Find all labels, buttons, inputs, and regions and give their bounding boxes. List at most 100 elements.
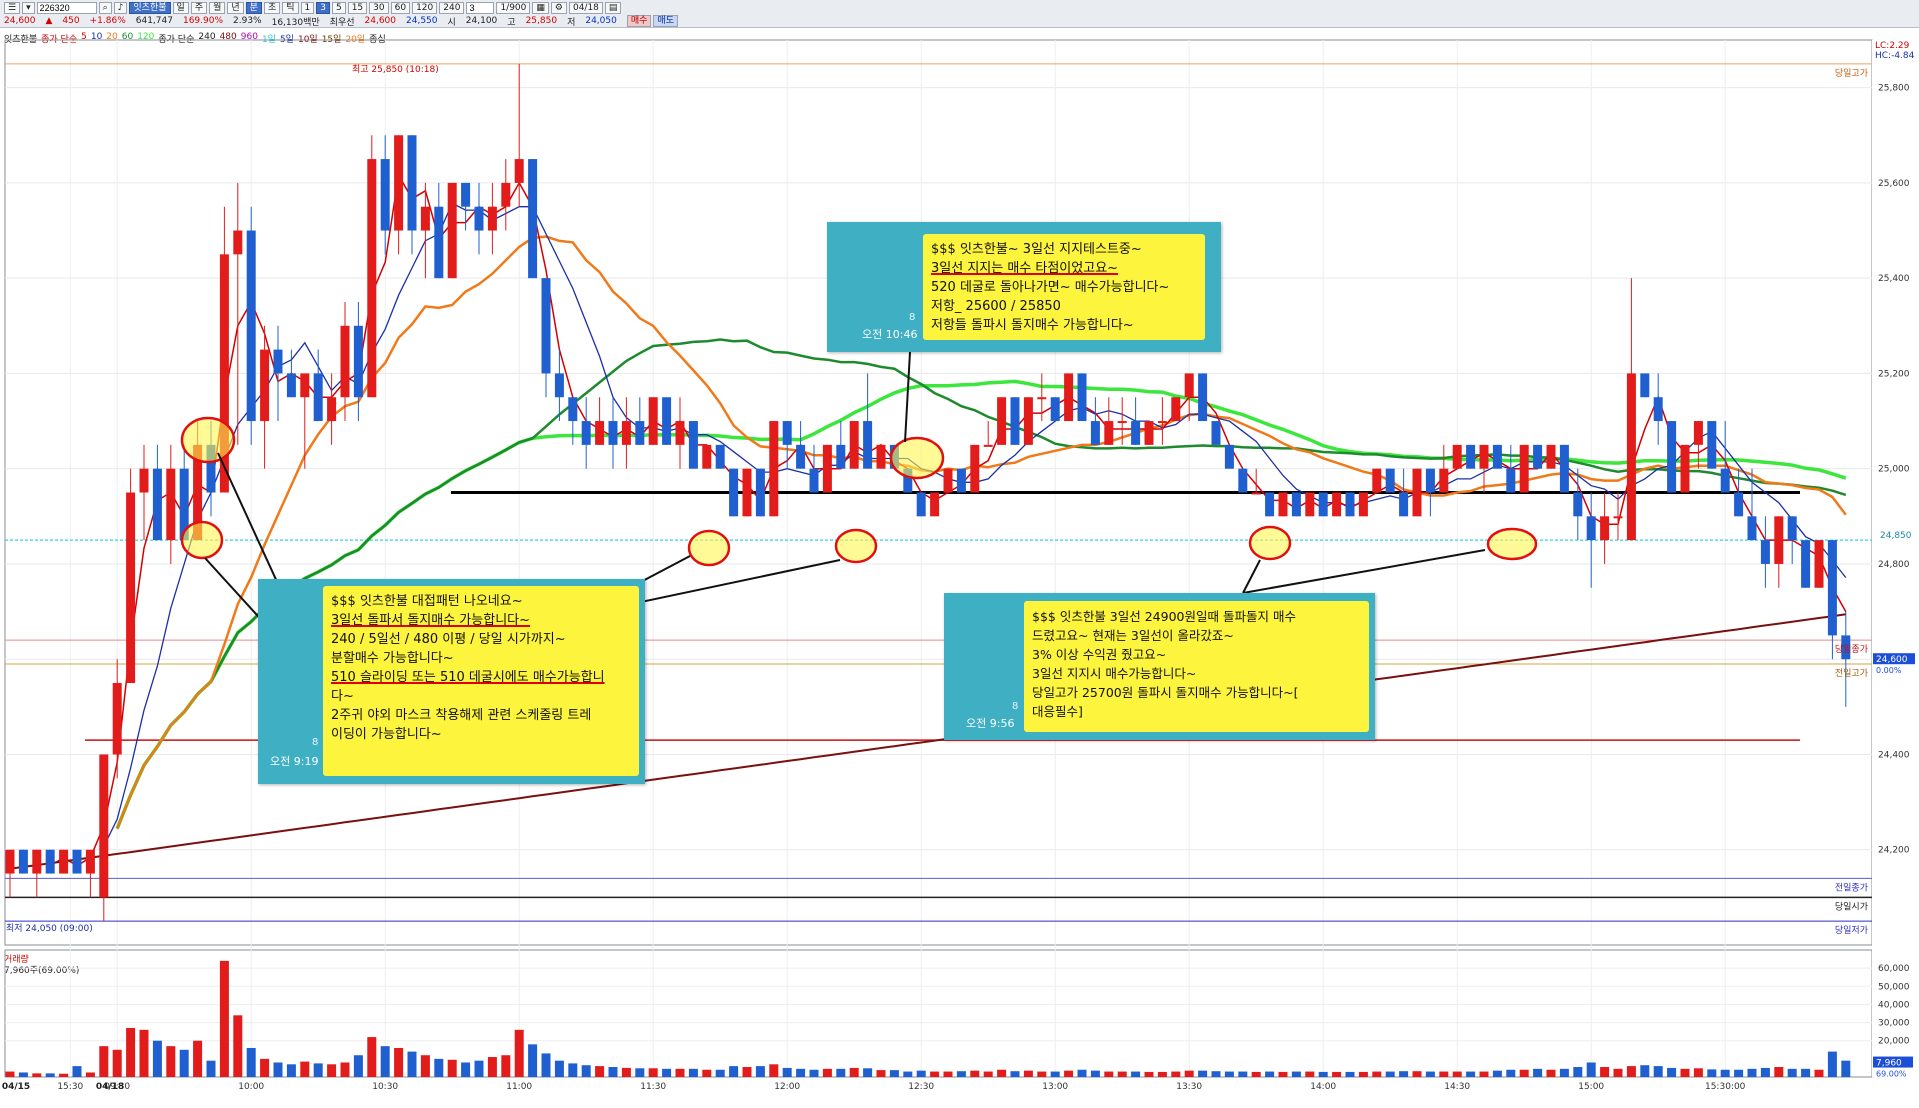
candle-body — [286, 373, 296, 398]
volume-bar — [1372, 1071, 1382, 1077]
volume-bar — [1010, 1071, 1020, 1077]
volume-tick-label: 30,000 — [1878, 1019, 1910, 1029]
volume-bar — [1506, 1069, 1516, 1077]
candle-body — [434, 206, 444, 279]
callout-line: $$$ 잇츠한불~ 3일선 지지테스트중~ — [931, 242, 1142, 257]
volume-tick-label: 60,000 — [1878, 964, 1910, 974]
volume-bar — [702, 1069, 712, 1077]
candle-body — [1546, 444, 1556, 469]
volume-bar — [688, 1068, 698, 1077]
callout-line: 2주귀 야외 마스크 착용해제 관련 스케줄링 트레 — [331, 708, 592, 723]
volume-bar — [675, 1068, 685, 1077]
candle-body — [608, 421, 618, 445]
candle-body — [45, 849, 55, 874]
candle-body — [1573, 492, 1583, 517]
volume-bar — [1827, 1051, 1837, 1077]
volume-bar — [1841, 1060, 1851, 1077]
volume-bar — [166, 1046, 176, 1077]
price-tick-label: 24,800 — [1878, 560, 1910, 570]
highlight-circle — [180, 520, 224, 560]
date-tick-label: 04/15 — [2, 1082, 30, 1092]
candle-body — [782, 421, 792, 445]
axes: 24,200 24,400 24,600 24,800 25,000 25,200 25,4… — [2, 41, 1915, 1092]
candle-body — [300, 373, 310, 398]
volume-bar — [1291, 1071, 1301, 1077]
pointer-line — [904, 351, 911, 443]
volume-bar — [1640, 1065, 1650, 1077]
volume-bar — [648, 1068, 658, 1077]
ref-label: 전일종가 — [1835, 882, 1868, 893]
volume-bar — [742, 1067, 752, 1077]
volume-bar — [1801, 1068, 1811, 1077]
volume-bars — [5, 960, 1851, 1077]
volume-bar — [1573, 1067, 1583, 1077]
candle-body — [260, 349, 270, 422]
candle-body — [541, 278, 551, 374]
callout-message-3: 8 오전 9:56 $$$ 잇츠한불 3일선 24900원일때 돌파돌지 매수 … — [944, 593, 1375, 740]
price-tick-label: 25,600 — [1878, 179, 1910, 189]
callout-line: 240 / 5일선 / 480 이평 / 당일 시가까지~ — [331, 632, 566, 647]
candle-body — [1265, 492, 1275, 517]
volume-bar — [474, 1060, 484, 1077]
candle-body — [1600, 516, 1610, 541]
volume-bar — [876, 1070, 886, 1077]
hc-label: HC:-4.84 — [1875, 51, 1915, 61]
volume-bar — [420, 1055, 430, 1077]
volume-bar — [1787, 1068, 1797, 1077]
candle-body — [1157, 421, 1167, 424]
volume-bar — [447, 1059, 457, 1077]
callout-line: 3일선 지지시 매수가능합니다~ — [1032, 666, 1197, 681]
ref-label: 당일고가 — [1835, 68, 1868, 79]
candle-body — [742, 468, 752, 517]
candle-body — [1425, 468, 1435, 493]
volume-bar — [1077, 1069, 1087, 1077]
candle-body — [1506, 468, 1516, 493]
volume-bar — [1492, 1070, 1502, 1077]
candle-body — [1707, 421, 1717, 469]
volume-bar — [380, 1046, 390, 1077]
price-tick-label: 25,200 — [1878, 369, 1910, 379]
candle-body — [635, 421, 645, 445]
callout-line: 대응필수] — [1032, 704, 1083, 719]
volume-bar — [849, 1067, 859, 1077]
volume-bar — [930, 1071, 940, 1077]
volume-bar — [1519, 1069, 1529, 1077]
candle-body — [1559, 444, 1569, 493]
volume-bar — [1198, 1070, 1208, 1077]
volume-bar — [1211, 1071, 1221, 1077]
candle-body — [1117, 421, 1127, 424]
candle-body — [1305, 492, 1315, 517]
highlight-circle — [889, 436, 945, 480]
volume-bar — [956, 1071, 966, 1077]
callout-time: 오전 9:19 — [270, 755, 319, 768]
volume-current-label: 7,960 — [1876, 1059, 1902, 1069]
volume-bar — [407, 1051, 417, 1077]
candle-body — [997, 397, 1007, 445]
time-tick-label: 12:30 — [908, 1082, 934, 1092]
time-tick-label: 14:00 — [1310, 1082, 1336, 1092]
ref-label: 당일시가 — [1835, 901, 1868, 912]
volume-bar — [943, 1071, 953, 1077]
candle-body — [1626, 373, 1636, 541]
volume-pane-frame — [4, 949, 1873, 1078]
volume-bar — [903, 1071, 913, 1077]
ref-label: 전일고가 — [1835, 668, 1868, 679]
candle-body — [769, 421, 779, 517]
candle-body — [313, 373, 323, 422]
volume-bar — [1184, 1070, 1194, 1077]
volume-bar — [434, 1058, 444, 1077]
volume-bar — [1479, 1071, 1489, 1077]
candle-body — [1693, 421, 1703, 445]
volume-bar — [260, 1058, 270, 1077]
callout-time: 오전 10:46 — [862, 328, 918, 341]
volume-bar — [461, 1062, 471, 1077]
volume-bar — [501, 1055, 511, 1077]
volume-bar — [1600, 1067, 1610, 1077]
volume-bar — [1533, 1068, 1543, 1077]
candle-body — [1251, 492, 1261, 495]
lc-label: LC:2.29 — [1875, 41, 1910, 51]
candle-body — [715, 444, 725, 469]
time-tick-label: 13:30 — [1176, 1082, 1202, 1092]
volume-bar — [889, 1070, 899, 1077]
callout-line: 3일선 돌파서 돌지매수 가능합니다~ — [331, 613, 531, 628]
